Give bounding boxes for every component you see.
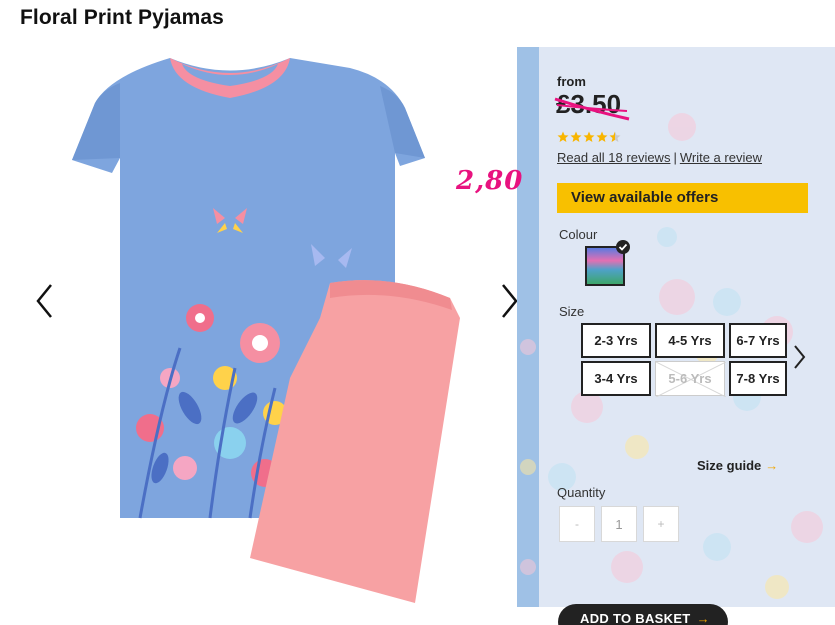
quantity-input[interactable]: 1 — [601, 506, 637, 542]
size-option[interactable]: 7-8 Yrs — [729, 361, 787, 396]
star-rating — [557, 131, 621, 143]
chevron-left-icon — [36, 284, 52, 318]
quantity-increase-button[interactable]: + — [643, 506, 679, 542]
product-options-panel: from £3.50 Read all 18 reviews | Write a r… — [517, 47, 835, 607]
from-label: from — [557, 74, 586, 89]
page-title: Floral Print Pyjamas — [20, 6, 224, 29]
quantity-label: Quantity — [557, 485, 606, 500]
price-strikethrough-mark — [554, 97, 630, 121]
star-icon — [596, 131, 608, 142]
arrow-right-icon: → — [696, 611, 710, 625]
reviews-separator: | — [673, 150, 677, 165]
size-label: Size — [559, 304, 585, 319]
next-sizes-button[interactable] — [789, 342, 809, 372]
write-review-link[interactable]: Write a review — [680, 150, 762, 165]
star-icon — [583, 131, 595, 142]
quantity-stepper: - 1 + — [559, 506, 679, 542]
size-option[interactable]: 4-5 Yrs — [655, 323, 725, 358]
size-guide-link[interactable]: Size guide → — [697, 458, 778, 473]
handwritten-price: 2,80 — [456, 166, 524, 196]
star-icon — [570, 131, 582, 142]
star-icon — [557, 131, 569, 142]
size-guide-label: Size guide — [697, 458, 762, 473]
quantity-decrease-button[interactable]: - — [559, 506, 595, 542]
arrow-right-icon: → — [765, 458, 779, 473]
prev-image-button[interactable] — [30, 276, 60, 326]
selected-check-icon — [616, 240, 630, 254]
size-option-label: 5-6 Yrs — [668, 371, 712, 386]
view-offers-button[interactable]: View available offers — [557, 183, 808, 213]
chevron-right-icon — [502, 284, 518, 318]
size-option[interactable]: 3-4 Yrs — [581, 361, 651, 396]
product-image — [72, 58, 460, 603]
size-option[interactable]: 2-3 Yrs — [581, 323, 651, 358]
product-gallery — [20, 48, 528, 608]
add-to-basket-label: ADD TO BASKET — [580, 611, 691, 625]
add-to-basket-button[interactable]: ADD TO BASKET → — [558, 604, 728, 625]
colour-label: Colour — [559, 227, 598, 242]
chevron-right-icon — [794, 345, 806, 369]
size-option-unavailable: 5-6 Yrs — [655, 361, 726, 397]
size-option[interactable]: 6-7 Yrs — [729, 323, 787, 358]
half-star-icon — [609, 131, 621, 142]
reviews-row: Read all 18 reviews | Write a review — [557, 150, 762, 165]
read-reviews-link[interactable]: Read all 18 reviews — [557, 150, 670, 165]
